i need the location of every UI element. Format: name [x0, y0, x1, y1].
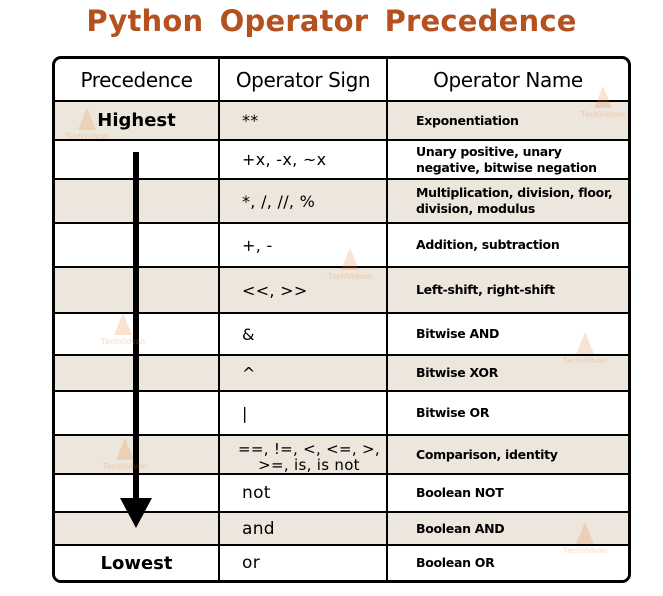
- operator-name-cell: Boolean NOT: [386, 475, 628, 511]
- operator-sign-cell: *, /, //, %: [218, 180, 386, 222]
- operator-sign: not: [242, 483, 271, 503]
- operator-name-cell: Unary positive, unary negative, bitwise …: [386, 141, 628, 178]
- operator-name: Unary positive, unary negative, bitwise …: [416, 143, 597, 175]
- operator-sign-cell: +, -: [218, 224, 386, 266]
- table-row: & Bitwise AND: [55, 312, 628, 354]
- operator-sign: ==, !=, <, <=, >, >=, is, is not: [237, 440, 380, 474]
- operator-sign: *, /, //, %: [242, 191, 316, 211]
- arrow-down-icon: [120, 498, 152, 528]
- operator-name-cell: Addition, subtraction: [386, 224, 628, 266]
- operator-name: Boolean NOT: [416, 485, 504, 500]
- operator-sign: **: [242, 111, 259, 130]
- operator-name: Addition, subtraction: [416, 237, 560, 252]
- operator-sign-cell: and: [218, 513, 386, 544]
- operator-sign-cell: not: [218, 475, 386, 511]
- operator-name-cell: Bitwise OR: [386, 392, 628, 434]
- operator-name: Bitwise AND: [416, 326, 500, 341]
- table-header-row: Precedence Operator Sign Operator Name: [55, 59, 628, 100]
- operator-name-cell: Boolean AND: [386, 513, 628, 544]
- operator-name-cell: Bitwise XOR: [386, 356, 628, 390]
- operator-sign: +, -: [242, 235, 273, 255]
- operator-sign: |: [242, 403, 248, 423]
- operator-sign-cell: <<, >>: [218, 268, 386, 312]
- table-row: | Bitwise OR: [55, 390, 628, 434]
- operator-sign-cell: ^: [218, 356, 386, 390]
- operator-sign: or: [242, 553, 260, 573]
- operator-name-cell: Bitwise AND: [386, 314, 628, 354]
- operator-sign-cell: |: [218, 392, 386, 434]
- table-row: *, /, //, % Multiplication, division, flo…: [55, 178, 628, 222]
- operator-sign: &: [242, 324, 255, 344]
- operator-sign-cell: &: [218, 314, 386, 354]
- table-row: ==, !=, <, <=, >, >=, is, is not Comparis…: [55, 434, 628, 473]
- operator-name-cell: Exponentiation: [386, 102, 628, 139]
- operator-name-cell: Comparison, identity: [386, 436, 628, 473]
- operator-name: Exponentiation: [416, 112, 519, 128]
- operator-sign: and: [242, 518, 275, 539]
- operator-name: Boolean OR: [416, 555, 495, 570]
- precedence-cell: Highest: [55, 102, 218, 139]
- precedence-label: Lowest: [100, 552, 173, 574]
- operator-sign: +x, -x, ~x: [242, 150, 327, 169]
- header-operator-name: Operator Name: [386, 59, 628, 100]
- header-precedence: Precedence: [80, 67, 193, 92]
- operator-name: Bitwise XOR: [416, 365, 499, 380]
- operator-sign: <<, >>: [242, 280, 308, 300]
- precedence-cell: Lowest: [55, 546, 218, 580]
- table-row: +, - Addition, subtraction: [55, 222, 628, 266]
- operator-sign-cell: or: [218, 546, 386, 580]
- table-row: <<, >> Left-shift, right-shift: [55, 266, 628, 312]
- operator-sign-cell: ==, !=, <, <=, >, >=, is, is not: [218, 436, 386, 473]
- operator-name: Comparison, identity: [416, 446, 558, 462]
- table-row: ^ Bitwise XOR: [55, 354, 628, 390]
- operator-sign-cell: +x, -x, ~x: [218, 141, 386, 178]
- operator-sign-cell: **: [218, 102, 386, 139]
- precedence-table: Precedence Operator Sign Operator Name H…: [52, 56, 631, 583]
- operator-name-cell: Boolean OR: [386, 546, 628, 580]
- operator-name-cell: Left-shift, right-shift: [386, 268, 628, 312]
- precedence-arrow-shaft: [133, 152, 139, 500]
- operator-name: Multiplication, division, floor, divisio…: [416, 185, 613, 216]
- page-title: Python Operator Precedence: [86, 4, 577, 38]
- operator-sign: ^: [242, 363, 256, 383]
- table-row: Highest ** Exponentiation: [55, 100, 628, 139]
- header-operator-sign: Operator Sign: [218, 59, 386, 100]
- precedence-label: Highest: [97, 110, 176, 131]
- operator-name: Left-shift, right-shift: [416, 282, 555, 297]
- operator-name: Bitwise OR: [416, 405, 490, 420]
- table-row: Lowest or Boolean OR: [55, 544, 628, 580]
- operator-name-cell: Multiplication, division, floor, divisio…: [386, 180, 628, 222]
- table-row: +x, -x, ~x Unary positive, unary negative…: [55, 139, 628, 178]
- operator-name: Boolean AND: [416, 520, 505, 536]
